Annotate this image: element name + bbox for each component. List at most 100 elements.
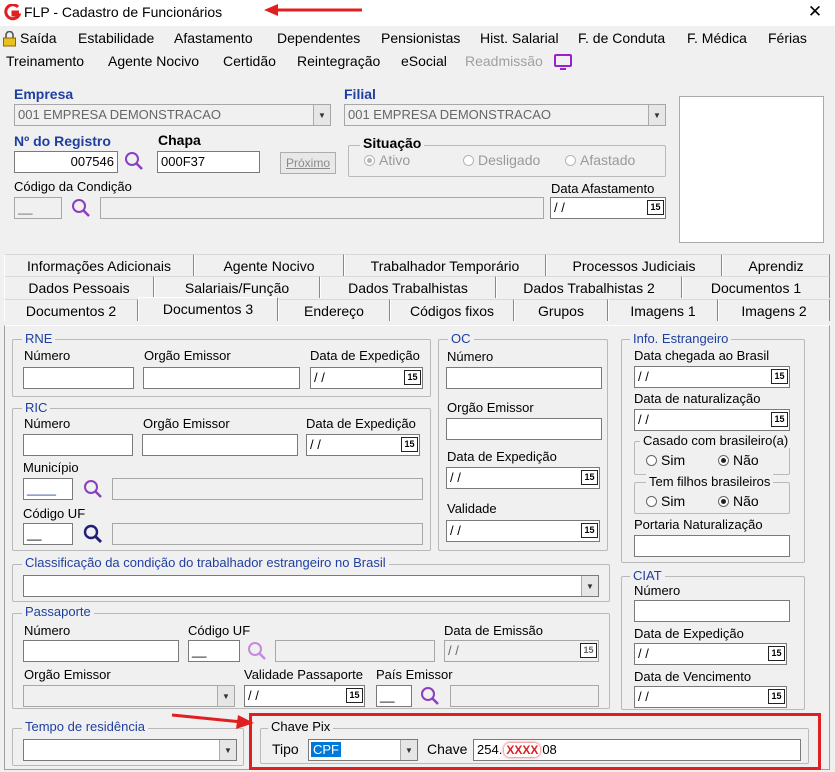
tab-imagens-1[interactable]: Imagens 1 — [608, 299, 718, 321]
passaporte-pais-desc-input[interactable] — [450, 685, 599, 707]
calendar-15-icon[interactable]: 15 — [771, 369, 788, 384]
tab-salariais-funcao[interactable]: Salariais/Função — [154, 276, 320, 298]
calendar-15-icon[interactable]: 15 — [404, 370, 421, 385]
ric-data-input[interactable]: / / 15 — [306, 434, 420, 456]
casado-nao-radio[interactable]: Não — [718, 452, 759, 468]
calendar-15-icon[interactable]: 15 — [581, 523, 598, 538]
menu-estabilidade[interactable]: Estabilidade — [78, 30, 154, 46]
rne-numero-input[interactable] — [23, 367, 134, 389]
tab-processos-judiciais[interactable]: Processos Judiciais — [546, 254, 722, 276]
calendar-15-icon[interactable]: 15 — [401, 437, 418, 452]
tab-informacoes-adicionais[interactable]: Informações Adicionais — [4, 254, 194, 276]
calendar-15-icon[interactable]: 15 — [581, 470, 598, 485]
data-afastamento-input[interactable]: / / 15 — [550, 197, 666, 219]
monitor-icon[interactable] — [553, 53, 573, 71]
situacao-desligado-label: Desligado — [478, 152, 541, 168]
magnifier-icon[interactable] — [124, 151, 144, 171]
tab-aprendiz[interactable]: Aprendiz — [722, 254, 830, 276]
residencia-select[interactable]: ▼ — [23, 739, 237, 761]
menu-esocial[interactable]: eSocial — [401, 53, 447, 69]
passaporte-validade-input[interactable]: / / 15 — [244, 685, 365, 707]
passaporte-pais-code-input[interactable]: __ — [376, 685, 412, 707]
data-chegada-input[interactable]: / / 15 — [634, 366, 790, 388]
oc-numero-input[interactable] — [446, 367, 602, 389]
menu-ferias[interactable]: Férias — [768, 30, 807, 46]
magnifier-icon[interactable] — [83, 479, 103, 499]
oc-data-input[interactable]: / / 15 — [446, 467, 600, 489]
empresa-select[interactable]: 001 EMPRESA DEMONSTRACAO ▼ — [14, 104, 331, 126]
menu-f-conduta[interactable]: F. de Conduta — [578, 30, 665, 46]
menu-pensionistas[interactable]: Pensionistas — [381, 30, 460, 46]
filhos-sim-radio[interactable]: Sim — [646, 493, 685, 509]
condicao-code-input[interactable]: __ — [14, 197, 62, 219]
ric-orgao-input[interactable] — [142, 434, 298, 456]
filhos-nao-radio[interactable]: Não — [718, 493, 759, 509]
ciat-title: CIAT — [630, 568, 665, 583]
ric-municipio-desc-input[interactable] — [112, 478, 423, 500]
tab-trabalhador-temporario[interactable]: Trabalhador Temporário — [344, 254, 546, 276]
tab-dados-pessoais[interactable]: Dados Pessoais — [4, 276, 154, 298]
menu-hist-salarial[interactable]: Hist. Salarial — [480, 30, 559, 46]
tab-documentos-3[interactable]: Documentos 3 — [138, 297, 278, 321]
data-naturalizacao-input[interactable]: / / 15 — [634, 409, 790, 431]
ric-numero-input[interactable] — [23, 434, 133, 456]
tab-grupos[interactable]: Grupos — [514, 299, 608, 321]
proximo-button[interactable]: Próximo — [280, 152, 336, 174]
ric-uf-desc-input[interactable] — [112, 523, 423, 545]
magnifier-icon[interactable] — [83, 524, 103, 544]
ric-municipio-code-input[interactable]: ____ — [23, 478, 73, 500]
chave-pix-tipo-label: Tipo — [272, 741, 299, 757]
tab-dados-trabalhistas-2[interactable]: Dados Trabalhistas 2 — [496, 276, 682, 298]
tab-codigos-fixos[interactable]: Códigos fixos — [390, 299, 514, 321]
condicao-desc-input[interactable] — [100, 197, 544, 219]
casado-sim-radio[interactable]: Sim — [646, 452, 685, 468]
passaporte-orgao-select[interactable]: ▼ — [23, 685, 235, 707]
calendar-15-icon[interactable]: 15 — [768, 646, 785, 661]
classificacao-select[interactable]: ▼ — [23, 575, 599, 597]
chapa-input[interactable]: 000F37 — [157, 151, 260, 173]
passaporte-numero-input[interactable] — [23, 640, 179, 662]
chave-pix-tipo-select[interactable]: CPF ▼ — [308, 739, 418, 761]
tab-imagens-2[interactable]: Imagens 2 — [718, 299, 830, 321]
tab-endereco[interactable]: Endereço — [278, 299, 390, 321]
menu-reintegracao[interactable]: Reintegração — [297, 53, 380, 69]
menu-f-medica[interactable]: F. Médica — [687, 30, 747, 46]
tab-agente-nocivo[interactable]: Agente Nocivo — [194, 254, 344, 276]
passaporte-codigo-uf-input[interactable]: __ — [188, 640, 240, 662]
ciat-expedicao-input[interactable]: / / 15 — [634, 643, 787, 665]
padlock-icon — [3, 31, 16, 47]
ciat-vencimento-input[interactable]: / / 15 — [634, 686, 787, 708]
photo-box[interactable] — [679, 96, 824, 243]
calendar-15-icon[interactable]: 15 — [768, 689, 785, 704]
filial-select[interactable]: 001 EMPRESA DEMONSTRACAO ▼ — [344, 104, 666, 126]
magnifier-icon[interactable] — [420, 686, 440, 706]
portaria-input[interactable] — [634, 535, 790, 557]
rne-data-input[interactable]: / / 15 — [310, 367, 423, 389]
ric-codigo-uf-input[interactable]: __ — [23, 523, 73, 545]
menu-saida[interactable]: Saída — [20, 30, 57, 46]
menu-afastamento[interactable]: Afastamento — [174, 30, 253, 46]
registro-input[interactable]: 007546 — [14, 151, 118, 173]
oc-validade-input[interactable]: / / 15 — [446, 520, 600, 542]
tab-documentos-1[interactable]: Documentos 1 — [682, 276, 830, 298]
calendar-15-icon[interactable]: 15 — [647, 200, 664, 215]
chave-pix-chave-input[interactable]: 254. XXXX 08 — [473, 739, 801, 761]
tab-dados-trabalhistas[interactable]: Dados Trabalhistas — [320, 276, 496, 298]
ciat-numero-input[interactable] — [634, 600, 790, 622]
magnifier-icon[interactable] — [71, 198, 91, 218]
tab-documentos-2[interactable]: Documentos 2 — [4, 299, 138, 321]
passaporte-uf-desc-input[interactable] — [275, 640, 435, 662]
menu-agente-nocivo[interactable]: Agente Nocivo — [108, 53, 199, 69]
close-icon[interactable]: ✕ — [801, 0, 829, 24]
calendar-15-icon[interactable]: 15 — [771, 412, 788, 427]
calendar-15-icon[interactable]: 15 — [346, 688, 363, 703]
rne-orgao-input[interactable] — [143, 367, 300, 389]
menu-treinamento[interactable]: Treinamento — [6, 53, 84, 69]
calendar-15-icon[interactable]: 15 — [580, 643, 597, 658]
menu-certidao[interactable]: Certidão — [223, 53, 276, 69]
menu-dependentes[interactable]: Dependentes — [277, 30, 360, 46]
oc-orgao-input[interactable] — [446, 418, 602, 440]
chevron-down-icon: ▼ — [648, 105, 665, 125]
magnifier-icon[interactable] — [247, 641, 267, 661]
passaporte-data-emissao-input[interactable]: / / 15 — [444, 640, 599, 662]
